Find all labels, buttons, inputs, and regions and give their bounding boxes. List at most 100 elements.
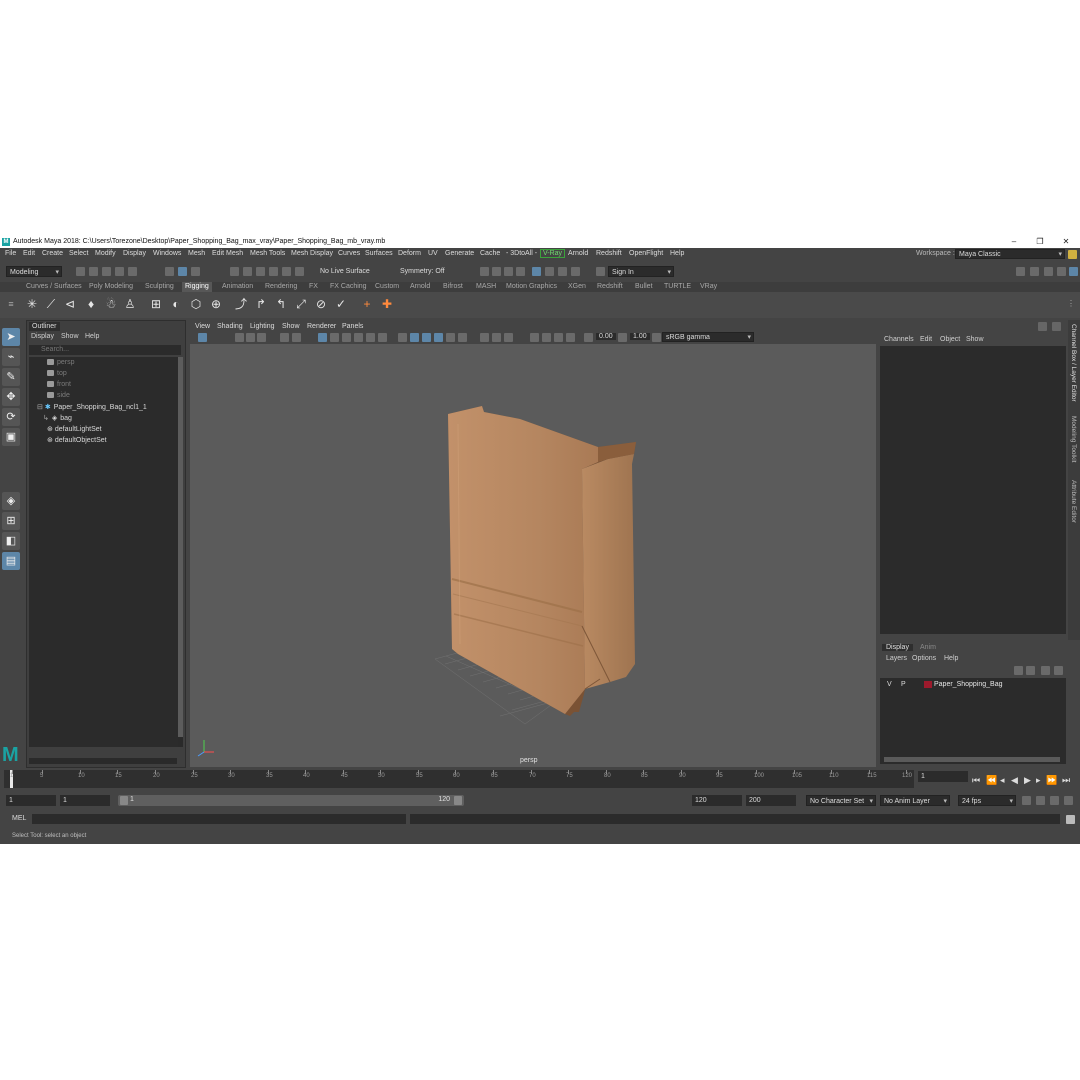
ik-handle-icon[interactable]: ⟋ bbox=[44, 297, 58, 311]
layer-name[interactable]: Paper_Shopping_Bag bbox=[934, 681, 1003, 688]
menu-arnold[interactable]: Arnold bbox=[568, 250, 588, 257]
snap-view-icon[interactable] bbox=[269, 267, 278, 276]
symmetry-label[interactable]: Symmetry: Off bbox=[400, 268, 445, 275]
move-layer-up-icon[interactable] bbox=[1014, 666, 1023, 675]
layer-tab-anim[interactable]: Anim bbox=[920, 644, 936, 651]
channel-menu-show[interactable]: Show bbox=[966, 336, 984, 343]
list-item[interactable]: front bbox=[47, 381, 71, 388]
channel-menu-channels[interactable]: Channels bbox=[884, 336, 914, 343]
move-layer-down-icon[interactable] bbox=[1026, 666, 1035, 675]
lock-icon[interactable] bbox=[1068, 250, 1077, 259]
loop-icon[interactable] bbox=[1022, 796, 1031, 805]
list-item[interactable]: top bbox=[47, 370, 67, 377]
menu-uv[interactable]: UV bbox=[428, 250, 438, 257]
point-constraint-icon[interactable]: ⤴ bbox=[234, 297, 248, 311]
snap-surface-icon[interactable] bbox=[282, 267, 291, 276]
vray-render-icon[interactable] bbox=[532, 267, 541, 276]
shelf-tab-animation[interactable]: Animation bbox=[222, 283, 253, 290]
ik-spline-icon[interactable]: ⊲ bbox=[63, 297, 77, 311]
scale-constraint-icon[interactable]: ⤢ bbox=[294, 297, 308, 311]
grid-icon[interactable] bbox=[292, 333, 301, 342]
command-input[interactable] bbox=[32, 814, 406, 824]
list-item[interactable]: ⊛ defaultLightSet bbox=[47, 425, 102, 433]
auto-key-icon[interactable] bbox=[1036, 796, 1045, 805]
menu-generate[interactable]: Generate bbox=[445, 250, 474, 257]
grease-pencil-icon[interactable] bbox=[280, 333, 289, 342]
xray-icon[interactable] bbox=[378, 333, 387, 342]
outliner-tab[interactable]: Outliner bbox=[29, 322, 60, 331]
time-slider-track[interactable]: 1 5 10 15 20 25 30 35 40 45 50 55 60 65 … bbox=[4, 770, 914, 788]
playback-start-field[interactable]: 1 bbox=[60, 795, 110, 806]
menu-windows[interactable]: Windows bbox=[153, 250, 181, 257]
shelf-scroll-icon[interactable]: ⋮ bbox=[1064, 297, 1078, 311]
select-camera-icon[interactable] bbox=[198, 333, 207, 342]
attribute-editor-icon[interactable] bbox=[1052, 322, 1061, 331]
list-item[interactable]: ↳ ◈ bag bbox=[43, 414, 72, 422]
live-surface-label[interactable]: No Live Surface bbox=[320, 268, 370, 275]
lasso-tool-icon[interactable]: ⌁ bbox=[2, 348, 20, 366]
channel-box-icon[interactable] bbox=[1038, 322, 1047, 331]
outliner-menu-display[interactable]: Display bbox=[31, 333, 54, 340]
list-item[interactable]: ⊟ ✱ Paper_Shopping_Bag_ncl1_1 bbox=[37, 403, 147, 411]
joint-tool-icon[interactable]: ✳ bbox=[25, 297, 39, 311]
minimize-button[interactable]: – bbox=[1004, 237, 1024, 246]
range-start-handle[interactable] bbox=[120, 796, 128, 805]
shelf-tab-turtle[interactable]: TURTLE bbox=[664, 283, 691, 290]
menu-deform[interactable]: Deform bbox=[398, 250, 421, 257]
range-slider-bar[interactable]: 1 120 bbox=[118, 795, 464, 806]
viewport-persp[interactable]: persp bbox=[190, 344, 876, 767]
step-forward-frame-icon[interactable]: ▸ bbox=[1036, 775, 1041, 786]
menu-mesh-display[interactable]: Mesh Display bbox=[291, 250, 333, 257]
menu-select[interactable]: Select bbox=[69, 250, 88, 257]
shelf-tab-bifrost[interactable]: Bifrost bbox=[443, 283, 463, 290]
play-forwards-icon[interactable]: ▶ bbox=[1024, 775, 1031, 786]
toggle-channel-box-icon[interactable] bbox=[1069, 267, 1078, 276]
camera-attributes-icon[interactable] bbox=[235, 333, 244, 342]
render-settings-icon[interactable] bbox=[504, 267, 513, 276]
new-layer-selected-icon[interactable] bbox=[1054, 666, 1063, 675]
toggle-panel-icon-4[interactable] bbox=[1057, 267, 1066, 276]
humanik-icon[interactable]: ☃ bbox=[104, 297, 118, 311]
render-current-icon[interactable] bbox=[480, 267, 489, 276]
toggle-panel-icon[interactable] bbox=[1016, 267, 1025, 276]
mode-dropdown[interactable]: Modeling bbox=[6, 266, 62, 278]
field-chart-icon[interactable] bbox=[504, 333, 513, 342]
use-lights-icon[interactable] bbox=[354, 333, 363, 342]
close-button[interactable]: ✕ bbox=[1056, 237, 1076, 246]
viewport-menu-view[interactable]: View bbox=[195, 323, 210, 330]
arnold-render-icon[interactable] bbox=[558, 267, 567, 276]
select-hierarchy-icon[interactable] bbox=[165, 267, 174, 276]
menu-vray[interactable]: V-Ray bbox=[540, 249, 566, 258]
menu-help[interactable]: Help bbox=[670, 250, 684, 257]
play-backwards-icon[interactable]: ◀ bbox=[1011, 775, 1018, 786]
gamma-icon[interactable] bbox=[618, 333, 627, 342]
scale-tool-icon[interactable]: ▣ bbox=[2, 428, 20, 446]
go-to-end-icon[interactable]: ⏭ bbox=[1062, 775, 1070, 786]
smooth-shade-icon[interactable] bbox=[330, 333, 339, 342]
list-item[interactable]: persp bbox=[47, 359, 75, 366]
menu-mesh[interactable]: Mesh bbox=[188, 250, 205, 257]
shelf-tab-fx[interactable]: FX bbox=[309, 283, 318, 290]
tab-channel-box-layer-editor[interactable]: Channel Box / Layer Editor bbox=[1070, 324, 1077, 402]
paint-select-icon[interactable]: ✎ bbox=[2, 368, 20, 386]
signin-user-icon[interactable] bbox=[596, 267, 605, 276]
shelf-tab-vray[interactable]: VRay bbox=[700, 283, 717, 290]
menu-edit-mesh[interactable]: Edit Mesh bbox=[212, 250, 243, 257]
outliner-menu-show[interactable]: Show bbox=[61, 333, 79, 340]
exposure-icon[interactable] bbox=[584, 333, 593, 342]
aim-constraint-icon[interactable]: ↱ bbox=[254, 297, 268, 311]
safe-title-icon[interactable] bbox=[542, 333, 551, 342]
menu-file[interactable]: File bbox=[5, 250, 16, 257]
menu-display[interactable]: Display bbox=[123, 250, 146, 257]
anim-layer-dropdown[interactable]: No Anim Layer bbox=[880, 795, 950, 807]
viewport-menu-shading[interactable]: Shading bbox=[217, 323, 243, 330]
select-tool-icon[interactable]: ➤ bbox=[2, 328, 20, 346]
layer-menu-options[interactable]: Options bbox=[912, 655, 936, 662]
move-tool-icon[interactable]: ✥ bbox=[2, 388, 20, 406]
menu-edit[interactable]: Edit bbox=[23, 250, 35, 257]
viewport-menu-renderer[interactable]: Renderer bbox=[307, 323, 336, 330]
outliner-scrollbar[interactable] bbox=[178, 357, 183, 747]
shelf-tab-motion-graphics[interactable]: Motion Graphics bbox=[506, 283, 557, 290]
new-scene-icon[interactable] bbox=[76, 267, 85, 276]
shelf-tab-xgen[interactable]: XGen bbox=[568, 283, 586, 290]
